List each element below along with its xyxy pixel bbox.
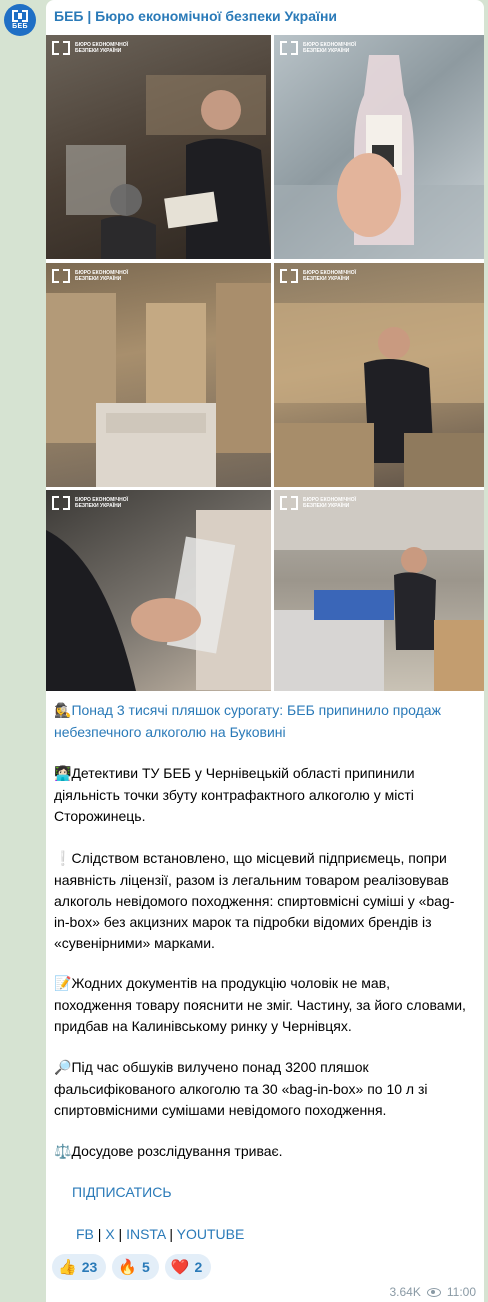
paragraph-text: Жодних документів на продукцію чоловік н… bbox=[54, 975, 466, 1034]
reaction-count: 2 bbox=[194, 1259, 203, 1275]
eye-icon bbox=[426, 1287, 441, 1297]
photo-album: БЮРО ЕКОНОМІЧНОЇ БЕЗПЕКИ УКРАЇНИ БЮРО ЕК… bbox=[46, 35, 484, 691]
message-meta: 3.64K 11:00 bbox=[390, 1285, 477, 1299]
album-photo[interactable]: БЮРО ЕКОНОМІЧНОЇ БЕЗПЕКИ УКРАЇНИ bbox=[274, 263, 484, 487]
photo-scene-officer-in-warehouse bbox=[274, 303, 484, 487]
reactions-bar: 👍 23 🔥 5 ❤️ 2 bbox=[52, 1254, 212, 1280]
fire-icon: 🔥 bbox=[118, 1258, 137, 1276]
photo-watermark: БЮРО ЕКОНОМІЧНОЇ БЕЗПЕКИ УКРАЇНИ bbox=[280, 496, 363, 510]
watermark-text: БЮРО ЕКОНОМІЧНОЇ БЕЗПЕКИ УКРАЇНИ bbox=[303, 497, 357, 509]
post-paragraph-1: 👩🏻‍💻Детективи ТУ БЕБ у Чернівецькій обла… bbox=[54, 763, 468, 827]
photo-scene-seized-bottles bbox=[274, 490, 484, 691]
youtube-link[interactable]: YOUTUBE bbox=[177, 1226, 245, 1242]
headline-text: Понад 3 тисячі пляшок сурогату: БЕБ прип… bbox=[54, 702, 441, 740]
photo-scene-bottle-closeup bbox=[274, 55, 484, 259]
message-bubble: БЕБ | Бюро економічної безпеки України Б… bbox=[46, 0, 484, 1302]
album-photo[interactable]: БЮРО ЕКОНОМІЧНОЇ БЕЗПЕКИ УКРАЇНИ bbox=[274, 490, 484, 691]
post-paragraph-4: 🔎Під час обшуків вилучено понад 3200 пля… bbox=[54, 1057, 468, 1121]
beb-logo-icon bbox=[52, 496, 70, 510]
beb-logo-icon bbox=[52, 269, 70, 283]
paragraph-text: Слідством встановлено, що місцевий підпр… bbox=[54, 850, 455, 951]
subscribe-link[interactable]: ПІДПИСАТИСЬ bbox=[72, 1184, 172, 1200]
heart-icon: ❤️ bbox=[170, 1258, 190, 1276]
beb-logo-icon bbox=[280, 496, 298, 510]
photo-watermark: БЮРО ЕКОНОМІЧНОЇ БЕЗПЕКИ УКРАЇНИ bbox=[280, 269, 363, 283]
reaction-thumbs-up[interactable]: 👍 23 bbox=[52, 1254, 107, 1280]
beb-logo-icon bbox=[12, 10, 28, 22]
post-paragraph-3: 📝Жодних документів на продукцію чоловік … bbox=[54, 973, 468, 1037]
photo-watermark: БЮРО ЕКОНОМІЧНОЇ БЕЗПЕКИ УКРАЇНИ bbox=[280, 41, 363, 55]
paragraph-text: Досудове розслідування триває. bbox=[71, 1143, 283, 1159]
album-photo[interactable]: БЮРО ЕКОНОМІЧНОЇ БЕЗПЕКИ УКРАЇНИ bbox=[46, 490, 271, 691]
channel-avatar[interactable]: БЕБ bbox=[4, 4, 36, 36]
separator: | bbox=[165, 1226, 177, 1242]
magnifier-emoji-icon: 🔎 bbox=[54, 1060, 72, 1076]
exclamation-emoji-icon: ❕ bbox=[54, 851, 72, 867]
separator: | bbox=[114, 1226, 127, 1242]
view-count: 3.64K bbox=[389, 1285, 421, 1299]
beb-logo-icon bbox=[280, 41, 298, 55]
beb-logo-icon bbox=[52, 41, 70, 55]
paragraph-text: Детективи ТУ БЕБ у Чернівецькій області … bbox=[54, 765, 415, 824]
detective-emoji-icon: 🕵️‍♀️ bbox=[54, 703, 72, 719]
channel-name[interactable]: БЕБ | Бюро економічної безпеки України bbox=[54, 8, 337, 24]
watermark-text: БЮРО ЕКОНОМІЧНОЇ БЕЗПЕКИ УКРАЇНИ bbox=[75, 270, 129, 282]
photo-watermark: БЮРО ЕКОНОМІЧНОЇ БЕЗПЕКИ УКРАЇНИ bbox=[52, 41, 135, 55]
watermark-text: БЮРО ЕКОНОМІЧНОЇ БЕЗПЕКИ УКРАЇНИ bbox=[75, 497, 129, 509]
photo-scene-warehouse-boxes bbox=[46, 283, 271, 487]
album-photo[interactable]: БЮРО ЕКОНОМІЧНОЇ БЕЗПЕКИ УКРАЇНИ bbox=[274, 35, 484, 259]
photo-watermark: БЮРО ЕКОНОМІЧНОЇ БЕЗПЕКИ УКРАЇНИ bbox=[52, 496, 135, 510]
reaction-count: 23 bbox=[81, 1259, 98, 1275]
photo-scene-officer-with-documents bbox=[66, 75, 271, 259]
instagram-link[interactable]: INSTA bbox=[126, 1226, 165, 1242]
watermark-text: БЮРО ЕКОНОМІЧНОЇ БЕЗПЕКИ УКРАЇНИ bbox=[303, 42, 357, 54]
reaction-fire[interactable]: 🔥 5 bbox=[112, 1254, 159, 1280]
message-time: 11:00 bbox=[446, 1285, 476, 1299]
album-photo[interactable]: БЮРО ЕКОНОМІЧНОЇ БЕЗПЕКИ УКРАЇНИ bbox=[46, 35, 271, 259]
photo-watermark: БЮРО ЕКОНОМІЧНОЇ БЕЗПЕКИ УКРАЇНИ bbox=[52, 269, 135, 283]
scales-emoji-icon: ⚖️ bbox=[54, 1144, 72, 1160]
album-photo[interactable]: БЮРО ЕКОНОМІЧНОЇ БЕЗПЕКИ УКРАЇНИ bbox=[46, 263, 271, 487]
post-headline: 🕵️‍♀️Понад 3 тисячі пляшок сурогату: БЕБ… bbox=[54, 700, 468, 743]
facebook-link[interactable]: FB bbox=[76, 1226, 94, 1242]
photo-scene-bottle-in-hands bbox=[46, 510, 271, 691]
reaction-count: 5 bbox=[141, 1259, 150, 1275]
post-paragraph-2: ❕Слідством встановлено, що місцевий підп… bbox=[54, 848, 468, 954]
beb-logo-icon bbox=[280, 269, 298, 283]
watermark-text: БЮРО ЕКОНОМІЧНОЇ БЕЗПЕКИ УКРАЇНИ bbox=[303, 270, 357, 282]
technologist-emoji-icon: 👩🏻‍💻 bbox=[54, 766, 72, 782]
social-links: FB | X | INSTA | YOUTUBE bbox=[76, 1226, 244, 1242]
paragraph-text: Під час обшуків вилучено понад 3200 пляш… bbox=[54, 1059, 428, 1118]
x-link[interactable]: X bbox=[105, 1226, 114, 1242]
avatar-label: БЕБ bbox=[12, 23, 28, 30]
memo-emoji-icon: 📝 bbox=[54, 976, 72, 992]
reaction-heart[interactable]: ❤️ 2 bbox=[164, 1254, 212, 1280]
post-paragraph-5: ⚖️Досудове розслідування триває. bbox=[54, 1141, 468, 1163]
separator: | bbox=[93, 1226, 106, 1242]
watermark-text: БЮРО ЕКОНОМІЧНОЇ БЕЗПЕКИ УКРАЇНИ bbox=[75, 42, 129, 54]
thumbs-up-icon: 👍 bbox=[58, 1258, 77, 1276]
